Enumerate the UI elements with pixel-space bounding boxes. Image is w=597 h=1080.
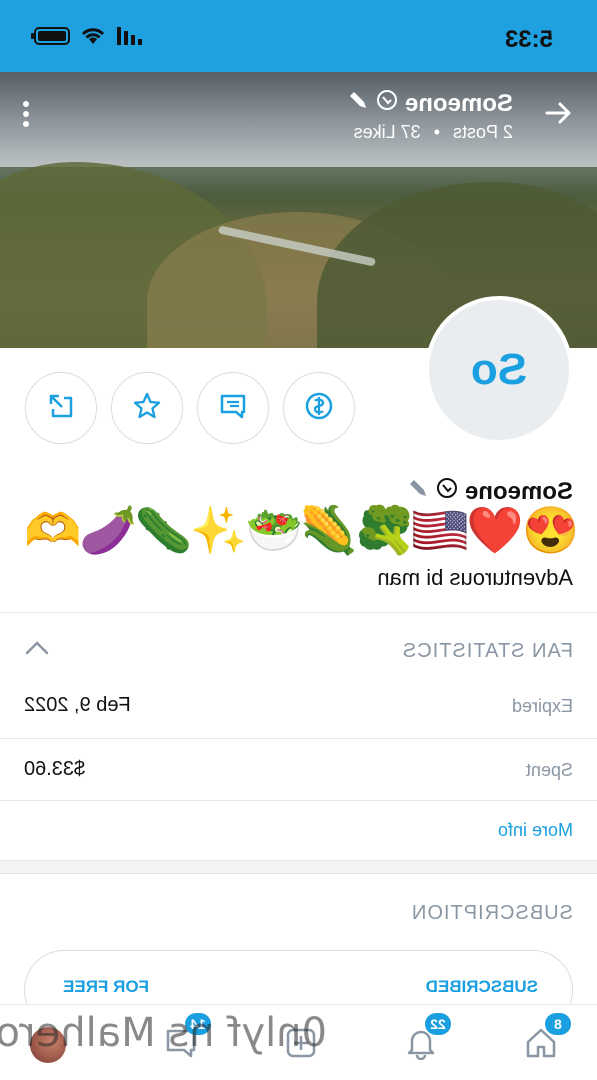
subscription-price: FOR FREE: [63, 977, 149, 996]
spent-label: Spent: [525, 760, 573, 780]
wifi-icon: [80, 26, 106, 51]
watermark: 0nlyf ns Malhero: [0, 1010, 327, 1056]
section-separator: [0, 860, 597, 874]
notifications-badge: 22: [425, 1013, 451, 1035]
divider: [0, 800, 597, 801]
message-button[interactable]: [197, 372, 269, 444]
share-button[interactable]: [25, 372, 97, 444]
star-icon: [132, 391, 162, 426]
divider: [0, 612, 597, 613]
expired-value: Feb 9, 2022: [24, 694, 131, 716]
status-time: 5:33: [504, 26, 553, 53]
signal-icon: [116, 27, 142, 50]
verified-icon: [375, 88, 399, 119]
profile-bio: Adventurous bi man: [377, 565, 573, 590]
battery-icon: [30, 26, 70, 51]
status-bar: 5:33: [0, 0, 597, 72]
share-icon: [46, 391, 76, 426]
favorite-button[interactable]: [111, 372, 183, 444]
profile-emoji-row: 😍❤️🇺🇸🥦🌽🥗✨🥒🍆🫶: [26, 504, 579, 556]
status-icons: [30, 26, 142, 51]
subscription-status: SUBSCRIBED: [425, 977, 538, 996]
tip-button[interactable]: [283, 372, 355, 444]
spent-value: $33.60: [24, 758, 86, 780]
likes-count: 37 Likes: [353, 122, 421, 142]
home-badge: 8: [545, 1013, 571, 1035]
divider: [0, 738, 597, 739]
cover-stats: 2 Posts • 37 Likes: [354, 122, 513, 143]
avatar[interactable]: So: [425, 296, 573, 444]
subscription-title: SUBSCRIPTION: [410, 902, 573, 924]
cover-name: Someone: [347, 88, 513, 119]
back-arrow-icon[interactable]: [543, 98, 573, 133]
avatar-initials: So: [470, 345, 528, 394]
stats-separator: •: [433, 122, 440, 142]
posts-count: 2 Posts: [452, 122, 513, 142]
edit-pencil-icon[interactable]: [347, 89, 369, 118]
dollar-icon: [304, 391, 334, 426]
chat-icon: [218, 391, 248, 426]
fan-statistics-title: FAN STATISTICS: [401, 640, 573, 662]
profile-actions: [25, 372, 355, 444]
more-menu-icon[interactable]: [22, 100, 30, 133]
chevron-up-icon[interactable]: [24, 640, 50, 661]
nav-notifications[interactable]: 22: [395, 1013, 451, 1071]
more-info-link[interactable]: More info: [498, 820, 573, 841]
nav-home[interactable]: 8: [515, 1013, 571, 1071]
expired-label: Expired: [511, 696, 573, 716]
